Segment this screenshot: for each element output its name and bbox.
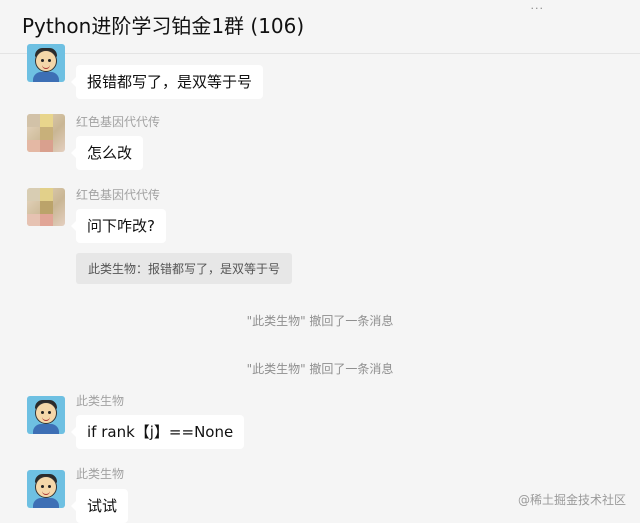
message-bubble[interactable]: 报错都写了，是双等于号 — [70, 65, 264, 99]
sender-name: 红色基因代代传 — [76, 115, 161, 129]
message-bubble[interactable]: 怎么改 — [70, 136, 144, 170]
message-bubble[interactable]: if rank【j】==None — [70, 415, 245, 449]
avatar[interactable] — [27, 114, 65, 152]
sender-name: 红色基因代代传 — [76, 188, 161, 202]
message-bubble[interactable]: 问下咋改? — [71, 209, 166, 243]
message-list[interactable]: 报错都写了，是双等于号 红色基因代代传 怎么改 红色基因代代传 问下咋改? 此类… — [0, 44, 640, 523]
recall-notice: "此类生物" 撤回了一条消息 — [246, 314, 394, 328]
avatar[interactable] — [27, 470, 65, 508]
avatar[interactable] — [27, 396, 65, 434]
watermark: @稀土掘金技术社区 — [518, 491, 626, 508]
avatar[interactable] — [27, 44, 65, 82]
more-dots-icon[interactable]: ··· — [531, 2, 545, 15]
sender-name: 此类生物 — [76, 467, 125, 481]
chat-title: Python进阶学习铂金1群 (106) — [22, 14, 305, 38]
chat-header: Python进阶学习铂金1群 (106) ··· — [0, 0, 640, 54]
watermark-text: @稀土掘金技术社区 — [517, 493, 626, 507]
avatar[interactable] — [27, 188, 65, 226]
sender-name: 此类生物 — [76, 394, 125, 408]
message-bubble[interactable]: 试试 — [70, 489, 129, 523]
quoted-message[interactable]: 此类生物：报错都写了，是双等于号 — [76, 253, 293, 284]
recall-notice: "此类生物" 撤回了一条消息 — [246, 362, 394, 376]
